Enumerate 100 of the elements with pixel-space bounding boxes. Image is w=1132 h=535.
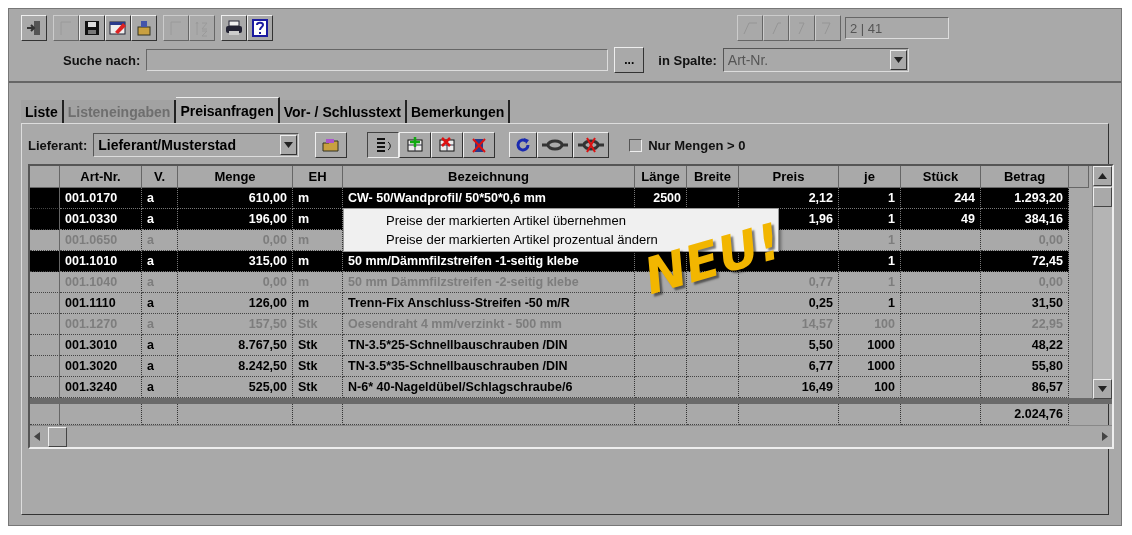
unit-cell: m	[293, 251, 343, 272]
column-header[interactable]: je	[839, 166, 901, 188]
unit-cell: Stk	[293, 377, 343, 398]
total-amount-cell: 2.024,76	[981, 404, 1069, 425]
column-header[interactable]: Länge	[635, 166, 687, 188]
unit-cell: m	[293, 209, 343, 230]
amount-cell: 1.293,20	[981, 188, 1069, 209]
quantity-cell: 126,00	[178, 293, 293, 314]
variant-cell: a	[142, 293, 178, 314]
quantity-cell: 315,00	[178, 251, 293, 272]
tab[interactable]: Preisanfragen	[176, 97, 280, 123]
variant-cell: a	[142, 377, 178, 398]
variant-cell: a	[142, 209, 178, 230]
browse-button[interactable]: ...	[614, 47, 645, 73]
amount-cell: 48,22	[981, 335, 1069, 356]
row-selector[interactable]	[30, 314, 60, 335]
list-icon	[374, 136, 393, 154]
column-header[interactable]: Menge	[178, 166, 293, 188]
table-cell	[293, 404, 343, 425]
price-cell: 2,12	[739, 188, 839, 209]
unit-cell: m	[293, 293, 343, 314]
checkbox-label: Nur Mengen > 0	[648, 137, 746, 153]
pieces-cell: 244	[901, 188, 981, 209]
unit-cell: Stk	[293, 356, 343, 377]
article-number-cell: 001.3010	[60, 335, 142, 356]
unit-cell: m	[293, 188, 343, 209]
description-cell: 50 mm/Dämmfilzstreifen -1-seitig klebe	[343, 251, 635, 272]
column-header[interactable]: Betrag	[981, 166, 1069, 188]
per-cell: 1	[839, 209, 901, 230]
caret-icon	[1098, 173, 1107, 179]
description-cell: Trenn-Fix Anschluss-Streifen -50 m/R	[343, 293, 635, 314]
caret-icon	[284, 142, 294, 148]
price-cell: 0,25	[739, 293, 839, 314]
tab[interactable]: Vor- / Schlusstext	[279, 100, 407, 123]
article-number-cell: 001.1110	[60, 293, 142, 314]
amount-cell: 55,80	[981, 356, 1069, 377]
table-delete-icon	[438, 136, 457, 154]
description-cell: N-6* 40-Nageldübel/Schlagschraube/6	[343, 377, 635, 398]
row-selector[interactable]	[30, 356, 60, 377]
horizontal-scrollbar[interactable]	[30, 425, 1112, 447]
table-add-icon	[406, 136, 425, 154]
price-cell: 16,49	[739, 377, 839, 398]
checkbox[interactable]	[629, 138, 643, 152]
description-cell: TN-3.5*35-Schnellbauschrauben /DIN	[343, 356, 635, 377]
row-selector[interactable]	[30, 188, 60, 209]
scroll-thumb[interactable]	[1093, 187, 1112, 207]
printer-icon	[225, 19, 243, 37]
row-selector[interactable]	[30, 404, 60, 425]
supplier-label: Lieferant:	[28, 137, 88, 153]
pieces-cell: 49	[901, 209, 981, 230]
quantity-cell: 525,00	[178, 377, 293, 398]
column-label: in Spalte:	[658, 52, 717, 68]
search-field[interactable]	[146, 49, 609, 71]
article-number-cell: 001.0330	[60, 209, 142, 230]
article-number-cell: 001.3020	[60, 356, 142, 377]
variant-cell: a	[142, 335, 178, 356]
save-icon	[83, 19, 101, 37]
header-cell	[30, 166, 60, 188]
delete-icon	[470, 136, 489, 154]
column-header[interactable]: V.	[142, 166, 178, 188]
table-cell	[839, 404, 901, 425]
help-icon	[251, 19, 269, 37]
row-selector[interactable]	[30, 293, 60, 314]
vertical-scrollbar[interactable]	[1092, 166, 1112, 399]
description-cell: CW- 50/Wandprofil/ 50*50*0,6 mm	[343, 188, 635, 209]
scroll-right-icon	[1102, 432, 1108, 441]
column-header[interactable]: Preis	[739, 166, 839, 188]
table-cell	[142, 404, 178, 425]
per-cell: 100	[839, 377, 901, 398]
per-cell: 1000	[839, 335, 901, 356]
unit-cell: Stk	[293, 335, 343, 356]
per-cell: 1000	[839, 356, 901, 377]
supplier-dropdown[interactable]: Lieferant/Musterstad	[93, 133, 300, 157]
scroll-thumb[interactable]	[48, 426, 67, 447]
tool-button[interactable]	[367, 132, 400, 158]
column-header[interactable]: Bezeichnung	[343, 166, 635, 188]
column-header[interactable]: Breite	[687, 166, 739, 188]
variant-cell: a	[142, 251, 178, 272]
open-box-icon	[135, 19, 153, 37]
row-selector[interactable]	[30, 377, 60, 398]
variant-cell: a	[142, 356, 178, 377]
column-header[interactable]: EH	[293, 166, 343, 188]
row-selector[interactable]	[30, 251, 60, 272]
table-cell	[687, 404, 739, 425]
column-header[interactable]: Art-Nr.	[60, 166, 142, 188]
row-selector[interactable]	[30, 230, 60, 251]
article-number-cell: 001.1010	[60, 251, 142, 272]
quantity-cell: 8.242,50	[178, 356, 293, 377]
tab[interactable]: Bemerkungen	[406, 100, 511, 123]
eraser-card-icon	[109, 19, 127, 37]
price-cell: 6,77	[739, 356, 839, 377]
row-selector[interactable]	[30, 272, 60, 293]
row-selector[interactable]	[30, 209, 60, 230]
search-label: Suche nach:	[63, 52, 141, 68]
tab[interactable]: Liste	[21, 100, 64, 123]
amount-cell: 86,57	[981, 377, 1069, 398]
row-selector[interactable]	[30, 335, 60, 356]
length-cell: 2500	[635, 188, 687, 209]
column-header[interactable]: Stück	[901, 166, 981, 188]
article-number-cell: 001.3240	[60, 377, 142, 398]
